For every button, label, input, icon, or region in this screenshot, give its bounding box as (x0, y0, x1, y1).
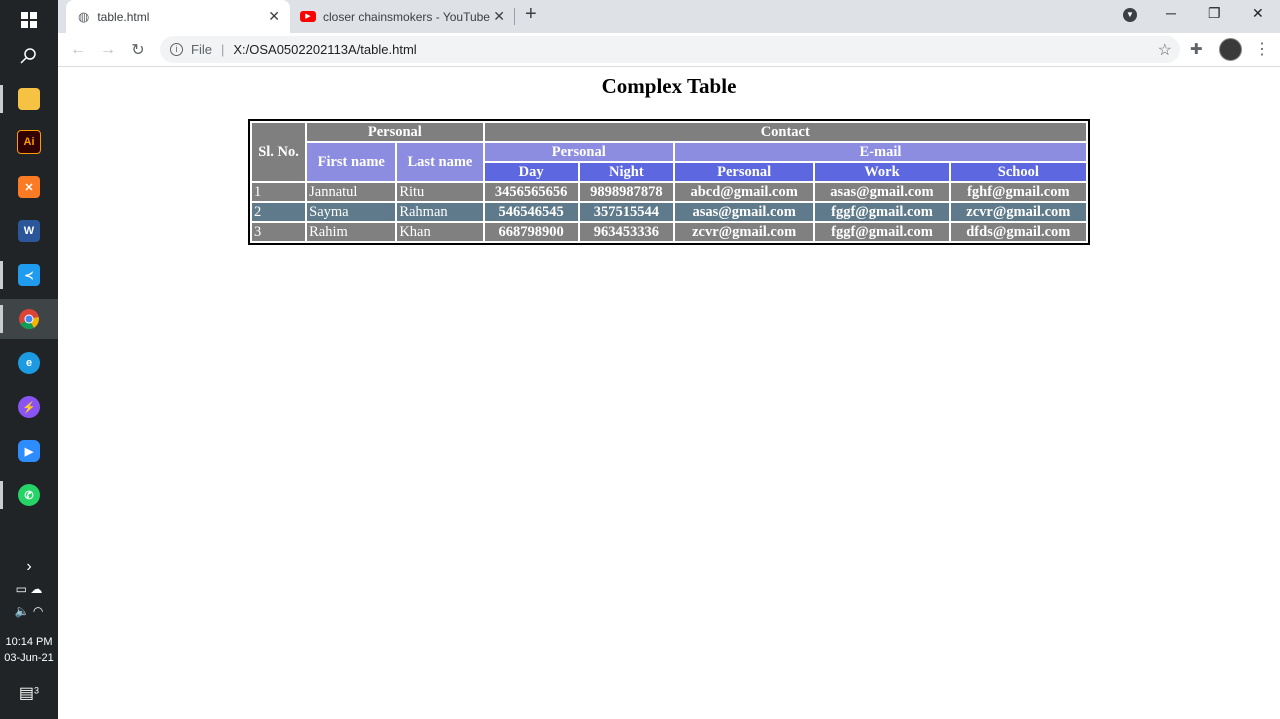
cell-day: 546546545 (484, 203, 578, 221)
notification-count: 3 (34, 685, 40, 696)
search-icon[interactable] (0, 36, 58, 76)
info-icon[interactable]: i (170, 43, 183, 56)
cell-school: zcvr@gmail.com (950, 203, 1086, 221)
header-contact: Contact (484, 123, 1086, 141)
header-day: Day (484, 163, 578, 181)
scheme-label: File (191, 42, 212, 57)
xampp-icon[interactable]: ✕ (0, 167, 58, 207)
globe-icon: ◍ (78, 8, 90, 24)
header-email-personal: Personal (674, 163, 814, 181)
cell-sl: 3 (252, 223, 306, 241)
extensions-icon[interactable]: ✚ (1190, 40, 1203, 58)
cell-school: fghf@gmail.com (950, 183, 1086, 201)
windows-start-icon[interactable] (0, 0, 58, 40)
windows-taskbar: Ai ✕ W ≺ e ⚡ ▶ ✆ › ▭ ☁ 🔈 ◠ 10:14 PM 03-J… (0, 0, 58, 719)
cell-email-personal: abcd@gmail.com (674, 183, 814, 201)
address-divider: | (220, 42, 225, 57)
complex-table: Sl. No. Personal Contact First name Last… (248, 119, 1090, 245)
close-window-button[interactable]: ✕ (1252, 5, 1264, 22)
clock-date[interactable]: 03-Jun-21 (0, 652, 58, 664)
restore-button[interactable]: ❐ (1208, 5, 1221, 22)
cell-night: 9898987878 (579, 183, 673, 201)
cell-work: fggf@gmail.com (815, 223, 949, 241)
tab-title: closer chainsmokers - YouTube (323, 9, 490, 24)
browser-toolbar: ← → ↻ i File | X:/OSA0502202113A/table.h… (58, 33, 1280, 67)
cell-night: 357515544 (579, 203, 673, 221)
cell-last-name: Rahman (397, 203, 483, 221)
minimize-button[interactable]: ─ (1166, 5, 1176, 21)
close-tab-icon[interactable]: ✕ (268, 8, 280, 25)
vscode-icon[interactable]: ≺ (0, 255, 58, 295)
cell-work: asas@gmail.com (815, 183, 949, 201)
reload-button[interactable]: ↻ (127, 39, 149, 61)
cell-last-name: Khan (397, 223, 483, 241)
edge-icon[interactable]: e (0, 343, 58, 383)
table-row: 3 Rahim Khan 668798900 963453336 zcvr@gm… (252, 223, 1086, 241)
chevron-up-icon[interactable]: › (0, 558, 58, 576)
chrome-icon[interactable] (0, 299, 58, 339)
close-tab-icon[interactable]: ✕ (493, 8, 505, 25)
tab-search-icon[interactable]: ▼ (1123, 8, 1137, 22)
new-tab-button[interactable]: + (525, 3, 537, 26)
word-icon[interactable]: W (0, 211, 58, 251)
cell-first-name: Rahim (307, 223, 396, 241)
cell-email-personal: asas@gmail.com (674, 203, 814, 221)
notification-center-icon[interactable]: ▤3 (0, 683, 58, 703)
header-last-name: Last name (397, 143, 483, 181)
cell-last-name: Ritu (397, 183, 483, 201)
address-bar[interactable]: i File | X:/OSA0502202113A/table.html ☆ (160, 36, 1180, 63)
whatsapp-icon[interactable]: ✆ (0, 475, 58, 515)
tab-table-html[interactable]: ◍ table.html ✕ (66, 0, 290, 33)
cell-day: 3456565656 (484, 183, 578, 201)
illustrator-icon[interactable]: Ai (0, 122, 58, 162)
tab-youtube[interactable]: ▶ closer chainsmokers - YouTube ✕ (290, 0, 515, 33)
cell-work: fggf@gmail.com (815, 203, 949, 221)
browser-tab-bar: ◍ table.html ✕ ▶ closer chainsmokers - Y… (58, 0, 1280, 33)
back-button[interactable]: ← (67, 39, 89, 61)
tray-icons[interactable]: ▭ ☁ (0, 582, 58, 596)
table-row: 2 Sayma Rahman 546546545 357515544 asas@… (252, 203, 1086, 221)
header-first-name: First name (307, 143, 396, 181)
cell-sl: 2 (252, 203, 306, 221)
youtube-icon: ▶ (300, 11, 316, 22)
header-school: School (950, 163, 1086, 181)
clock-time[interactable]: 10:14 PM (0, 636, 58, 648)
cell-first-name: Jannatul (307, 183, 396, 201)
cell-email-personal: zcvr@gmail.com (674, 223, 814, 241)
cell-first-name: Sayma (307, 203, 396, 221)
table-row: 1 Jannatul Ritu 3456565656 9898987878 ab… (252, 183, 1086, 201)
header-contact-personal: Personal (484, 143, 673, 161)
address-url: X:/OSA0502202113A/table.html (233, 42, 417, 57)
messenger-icon[interactable]: ⚡ (0, 387, 58, 427)
cell-school: dfds@gmail.com (950, 223, 1086, 241)
tab-divider (514, 8, 515, 25)
profile-avatar[interactable] (1219, 38, 1242, 61)
tab-title: table.html (97, 9, 150, 24)
header-work: Work (815, 163, 949, 181)
bookmark-star-icon[interactable]: ☆ (1158, 40, 1172, 60)
header-email: E-mail (674, 143, 1086, 161)
menu-icon[interactable]: ⋮ (1254, 39, 1270, 59)
cell-night: 963453336 (579, 223, 673, 241)
volume-network-icons[interactable]: 🔈 ◠ (0, 604, 58, 618)
header-personal: Personal (307, 123, 483, 141)
header-sl-no: Sl. No. (252, 123, 306, 181)
cell-day: 668798900 (484, 223, 578, 241)
zoom-icon[interactable]: ▶ (0, 431, 58, 471)
page-title: Complex Table (601, 74, 737, 98)
forward-button[interactable]: → (97, 39, 119, 61)
cell-sl: 1 (252, 183, 306, 201)
header-night: Night (579, 163, 673, 181)
